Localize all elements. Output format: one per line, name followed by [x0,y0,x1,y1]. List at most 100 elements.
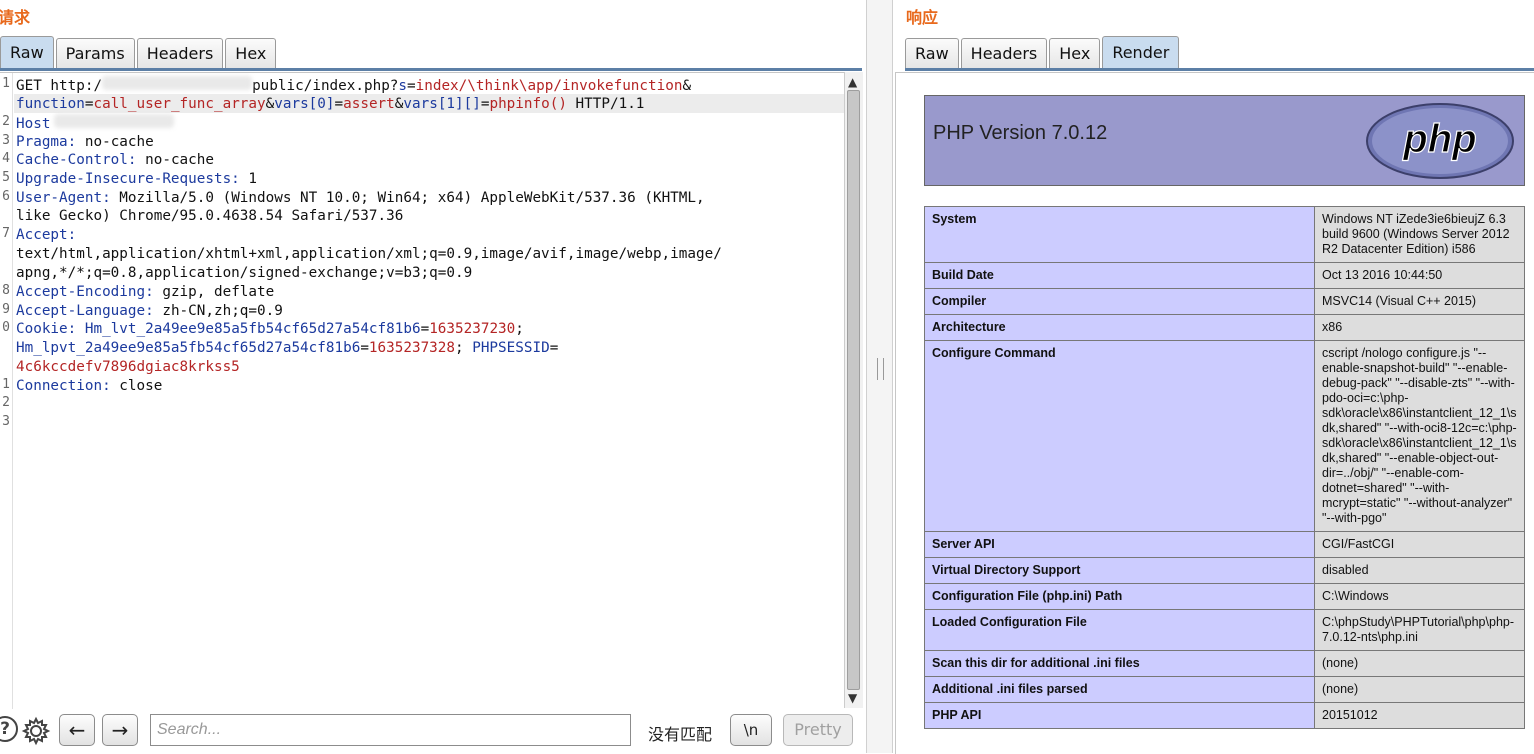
search-input[interactable] [150,714,631,746]
php-logo-text: php [1402,117,1476,161]
cookie-value: 4c6kccdefv7896dgiac8krkss5 [16,359,240,375]
scroll-up-arrow-icon[interactable]: ▲ [848,75,857,89]
cookie-value: 1635237328 [368,340,455,356]
response-pane: 响应 Raw Headers Hex Render PHP Version 7.… [893,0,1534,754]
line-gutter: 1 2 3 4 5 6 7 8 9 0 1 2 3 [0,73,13,709]
info-key: Compiler [924,288,1315,315]
line-number: 1 [2,76,10,91]
header-line-pragma: Pragma: no-cache [16,133,154,151]
code-text: = [549,340,559,356]
table-row: Additional .ini files parsed (none) [924,676,1525,703]
line-number: 3 [2,133,10,148]
cookie-value: 1635237230 [429,321,516,337]
response-title: 响应 [906,8,939,27]
param-key: function [16,96,85,112]
tab-render[interactable]: Render [1102,36,1180,68]
request-tabbar: Raw Params Headers Hex [0,36,278,68]
line-number: 5 [2,170,10,185]
tab-raw[interactable]: Raw [0,36,54,68]
header-key: Accept-Encoding: [16,284,154,300]
line-number: 4 [2,151,10,166]
header-value: zh-CN,zh;q=0.9 [153,303,283,319]
tab-underline [0,68,862,71]
table-row: Scan this dir for additional .ini files(… [924,650,1525,677]
header-line-user-agent: User-Agent: Mozilla/5.0 (Windows NT 10.0… [16,189,705,207]
code-text: ; [455,340,464,356]
tab-raw[interactable]: Raw [905,38,959,68]
pretty-button[interactable]: Pretty [783,714,853,746]
redacted-host [102,76,253,90]
table-row: PHP API 20151012 [924,702,1525,729]
header-key: User-Agent: [16,190,111,206]
code-text: GET http:/ [16,78,103,94]
splitter-grip[interactable] [877,358,884,380]
next-match-button[interactable]: → [102,714,138,746]
help-icon[interactable]: ? [0,716,18,742]
header-value: close [110,378,163,394]
header-line-accept-cont: text/html,application/xhtml+xml,applicat… [16,246,722,262]
gear-icon[interactable] [21,716,51,746]
newline-toggle-button[interactable]: \n [730,714,772,746]
header-key: Pragma: [16,134,77,150]
code-text: ; [515,321,524,337]
code-text: = [334,96,344,112]
response-tabbar: Raw Headers Hex Render [905,36,1181,68]
info-key: System [924,206,1315,263]
header-value: 1 [239,171,258,187]
tab-hex[interactable]: Hex [225,38,277,68]
param-key: vars[1][] [403,96,481,112]
info-key: Configure Command [924,340,1315,532]
tab-params[interactable]: Params [55,38,135,68]
cookie-key: Hm_lpvt_2a49ee9e85a5fb54cf65d27a54cf81b6 [16,340,361,356]
tab-hex[interactable]: Hex [1049,38,1101,68]
header-line-accept-cont2: apng,*/*;q=0.8,application/signed-exchan… [16,265,473,281]
request-title: 请求 [0,8,31,27]
header-line-cookie-cont2: 4c6kccdefv7896dgiac8krkss5 [16,358,240,376]
line-number: 6 [2,189,10,204]
header-line-accept: Accept: [16,226,76,244]
match-status: 没有匹配 [648,725,713,744]
info-value: Oct 13 2016 10:44:50 [1314,262,1525,289]
previous-match-button[interactable]: ← [59,714,95,746]
request-editor[interactable]: 1 2 3 4 5 6 7 8 9 0 1 2 3 GET http:/ publ… [0,72,844,709]
table-row: Server API CGI/FastCGI [924,531,1525,558]
info-value: CGI/FastCGI [1314,531,1525,558]
table-row: Configuration File (php.ini) Path C:\Wind… [924,583,1525,610]
info-value: 20151012 [1314,702,1525,729]
table-row: Compiler MSVC14 (Visual C++ 2015) [924,288,1525,315]
code-text: & [682,78,692,94]
header-key: Connection: [16,378,111,394]
php-info-table: System Windows NT iZede3ie6bieujZ 6.3 bui… [924,206,1525,729]
info-value: x86 [1314,314,1525,341]
line-number: 3 [2,414,10,429]
header-value: gzip, deflate [153,284,275,300]
search-bar: ? ← → 没有匹配 \n Pretty [0,710,866,753]
editor-scrollbar[interactable]: ▲ ▼ [844,72,863,708]
code-text: = [420,321,430,337]
info-key: Configuration File (php.ini) Path [924,583,1315,610]
scroll-down-arrow-icon[interactable]: ▼ [848,691,857,705]
line-number: 2 [2,114,10,129]
info-key: Virtual Directory Support [924,557,1315,584]
header-value: Mozilla/5.0 (Windows NT 10.0; Win64; x64… [110,190,705,206]
tab-headers[interactable]: Headers [960,38,1048,68]
render-view[interactable]: PHP Version 7.0.12 php System Windows NT … [895,72,1534,754]
scroll-thumb[interactable] [847,90,860,690]
tab-headers[interactable]: Headers [136,38,224,68]
table-row: Loaded Configuration File C:\phpStudy\PHP… [924,609,1525,651]
header-line-accept-encoding: Accept-Encoding: gzip, deflate [16,283,274,301]
header-line-cookie-cont: Hm_lpvt_2a49ee9e85a5fb54cf65d27a54cf81b6… [16,339,558,357]
cookie-key: PHPSESSID [472,340,550,356]
header-line-accept-language: Accept-Language: zh-CN,zh;q=0.9 [16,302,283,320]
line-number: 9 [2,302,10,317]
line-number: 8 [2,283,10,298]
code-text: = [360,340,369,356]
info-value: cscript /nologo configure.js "--enable-s… [1314,340,1525,532]
line-number: 2 [2,395,10,410]
info-value: MSVC14 (Visual C++ 2015) [1314,288,1525,315]
header-line-cache-control: Cache-Control: no-cache [16,151,214,169]
request-line: GET http:/ public/index.php?s=index/\thin… [16,76,691,95]
info-value: (none) [1314,676,1525,703]
cookie-key: Hm_lvt_2a49ee9e85a5fb54cf65d27a54cf81b6 [84,321,421,337]
pane-splitter[interactable] [866,0,893,753]
